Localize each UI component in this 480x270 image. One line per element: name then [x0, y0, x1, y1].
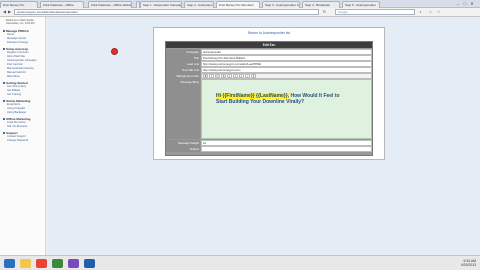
browser-tab[interactable]: Step 1 - Responder Campaign [140, 1, 182, 8]
bullet-icon [3, 100, 5, 103]
edit-panel: Return to Autoresponder list Edit Ezn Ca… [153, 27, 385, 160]
field-label: Message Body [166, 79, 200, 139]
close-icon[interactable]: ✕ [469, 1, 475, 6]
taskbar: 9:34 AM 4/29/2013 [0, 255, 480, 270]
row-message-body: Message Body Hi {{FirstName}} {{LastName… [166, 79, 372, 139]
toolbar-button[interactable]: • [245, 74, 250, 78]
browser-tab[interactable]: Step 4 - Broadcast [302, 1, 340, 8]
bullet-icon [3, 48, 5, 51]
star-icon[interactable]: ☆ [436, 9, 441, 15]
clock-date: 4/29/2013 [460, 263, 476, 267]
browser-tab[interactable]: Click Pastimes - Offline [40, 1, 84, 8]
ie-icon[interactable] [4, 259, 15, 268]
browser-tab[interactable]: Step 5 - Autoresponder [342, 1, 380, 8]
system-clock: 9:34 AM 4/29/2013 [461, 259, 476, 267]
chrome-icon[interactable] [36, 259, 47, 268]
browser-tab[interactable]: Step 3 - Autoresponder Campaign [262, 1, 300, 8]
tab-strip: Post Money Pro Click Pastimes - Offline Cl… [0, 0, 480, 8]
refresh-icon[interactable]: ↻ [322, 9, 327, 15]
bullet-icon [3, 118, 5, 121]
toolbar-button[interactable]: ≡ [233, 74, 238, 78]
url-field[interactable]: postmoneypro.com/adminarea/autoresponder [14, 9, 319, 15]
table-title: Edit Ezn [166, 42, 372, 48]
sidebar-item[interactable]: Main Menu [0, 75, 45, 79]
mouse-cursor-highlight [111, 48, 118, 55]
sidebar-item[interactable]: Change Password [0, 139, 45, 143]
toolbar-button[interactable]: S [221, 74, 226, 78]
home-icon[interactable]: ⌂ [428, 9, 433, 15]
bullet-icon [3, 132, 5, 135]
welcome-text: Welcome to Web Studio Associates, Inc. 9… [6, 19, 35, 26]
search-icon[interactable]: ⌕ [418, 9, 423, 15]
sidebar-item[interactable]: Tab: On Business [0, 125, 45, 129]
toolbar-button[interactable]: U [215, 74, 220, 78]
browser-tab[interactable]: Step 2 - Autoresponder Setup [184, 1, 214, 8]
forward-icon[interactable]: ▶ [7, 9, 12, 15]
browser-tab[interactable]: Click Pastimes - Offline Website [88, 1, 132, 8]
sidebar-item[interactable]: Get Training [0, 93, 45, 97]
message-body-editor[interactable]: Hi {{FirstName}} {{LastName}}, How Would… [201, 79, 372, 139]
sidebar: Welcome to Web Studio Associates, Inc. 9… [0, 17, 46, 255]
excel-icon[interactable] [52, 259, 63, 268]
row-subject: Subject [166, 146, 372, 152]
subject-field[interactable] [201, 146, 372, 152]
edit-table: Edit Ezn Campaign autoresponder Title Po… [165, 41, 373, 156]
browser-tab[interactable]: Post Money Pro [0, 1, 38, 8]
toolbar-button[interactable]: A [251, 74, 256, 78]
sidebar-item[interactable]: Password Change [0, 41, 45, 45]
browser-tab[interactable]: Post Money Pro Members [216, 1, 260, 8]
folder-icon[interactable] [20, 259, 31, 268]
bullet-icon [3, 82, 5, 85]
toolbar-button[interactable]: ≡ [239, 74, 244, 78]
return-link[interactable]: Return to Autoresponder list [154, 31, 384, 35]
word-icon[interactable] [84, 259, 95, 268]
maximize-icon[interactable]: □ [462, 1, 468, 6]
sidebar-item[interactable]: Using Backpage [0, 111, 45, 115]
search-input[interactable]: Google [335, 9, 415, 15]
address-bar: ◀ ▶ postmoneypro.com/adminarea/autorespo… [0, 8, 480, 17]
minimize-icon[interactable]: – [455, 1, 461, 6]
message-text: Hi {{FirstName}} {{LastName}}, How Would… [216, 93, 348, 105]
toolbar-button[interactable]: ≡ [227, 74, 232, 78]
onenote-icon[interactable] [68, 259, 79, 268]
field-label: Subject [166, 146, 200, 152]
toolbar-button[interactable]: I [209, 74, 214, 78]
bullet-icon [3, 30, 5, 33]
toolbar-button[interactable]: B [203, 74, 208, 78]
